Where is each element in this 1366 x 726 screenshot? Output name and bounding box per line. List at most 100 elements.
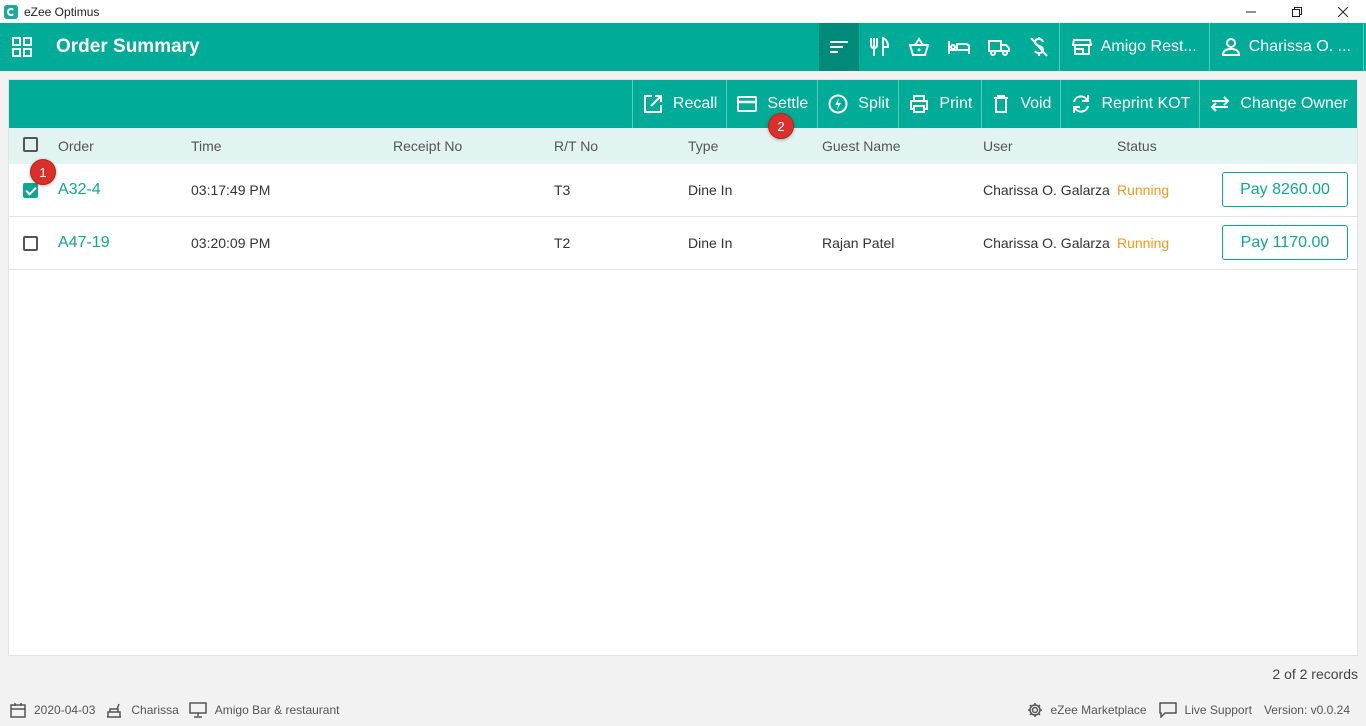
version-item: Version: v0.0.24	[1264, 703, 1350, 717]
column-receipt-no[interactable]: Receipt No	[393, 138, 462, 154]
sort-lines-icon	[829, 41, 848, 53]
column-type[interactable]: Type	[688, 138, 718, 154]
column-guest-name[interactable]: Guest Name	[822, 138, 901, 154]
version-label: Version: v0.0.24	[1263, 702, 1350, 717]
monitor-icon	[189, 701, 207, 718]
bed-icon	[947, 41, 970, 54]
void-button[interactable]: Void	[981, 80, 1060, 128]
basket-icon	[908, 37, 930, 56]
live-support-label: Live Support	[1184, 702, 1252, 717]
status-badge: Running	[1117, 182, 1170, 198]
column-time[interactable]: Time	[191, 138, 222, 154]
print-label: Print	[939, 95, 973, 112]
order-type: Dine In	[688, 182, 733, 198]
page-title: Order Summary	[56, 36, 200, 57]
close-button[interactable]	[1320, 0, 1366, 23]
change-owner-button[interactable]: Change Owner	[1199, 80, 1357, 128]
row-checkbox[interactable]	[23, 183, 38, 198]
status-badge: Running	[1117, 235, 1170, 251]
orders-toolbar: Recall Settle Split Print Void Reprint K…	[9, 80, 1357, 128]
user-icon	[1221, 38, 1240, 56]
pay-button[interactable]: Pay 8260.00	[1222, 172, 1348, 207]
rt-no: T2	[554, 235, 571, 251]
status-bar: 2020-04-03 Charissa Amigo Bar & restaura…	[0, 693, 1366, 726]
restore-icon	[1292, 6, 1302, 17]
split-label: Split	[858, 95, 890, 112]
business-date: 2020-04-03	[34, 702, 96, 717]
row-checkbox[interactable]	[23, 236, 38, 251]
shift-user: Charissa	[131, 702, 179, 717]
table-row[interactable]: A47-19 03:20:09 PM T2 Dine In Rajan Pate…	[9, 217, 1357, 270]
minimize-button[interactable]	[1228, 0, 1274, 23]
order-summary-nav-button[interactable]	[818, 23, 859, 71]
minimize-icon	[1246, 11, 1256, 12]
date-item: 2020-04-03	[10, 702, 95, 718]
dine-in-nav-button[interactable]	[859, 23, 899, 71]
restore-button[interactable]	[1274, 0, 1320, 23]
appbar-actions: Amigo Rest... Charissa O. ...	[818, 23, 1366, 71]
order-link[interactable]: A32-4	[58, 181, 101, 199]
credit-card-icon	[737, 96, 758, 112]
records-count: 2 of 2 records	[1272, 666, 1358, 682]
calendar-icon	[10, 702, 26, 718]
settle-label: Settle	[767, 95, 809, 112]
order-link[interactable]: A47-19	[58, 234, 110, 252]
order-user: Charissa O. Galarza	[983, 235, 1110, 251]
money-off-icon	[1029, 37, 1048, 57]
select-all-checkbox[interactable]	[23, 137, 38, 152]
guest-name: Rajan Patel	[822, 235, 895, 251]
void-label: Void	[1020, 95, 1052, 112]
property-name: Amigo Rest...	[1100, 38, 1197, 55]
change-owner-label: Change Owner	[1240, 95, 1348, 112]
trash-icon	[994, 95, 1009, 113]
table-row[interactable]: A32-4 03:17:49 PM T3 Dine In Charissa O.…	[9, 164, 1357, 217]
step-marker-2: 2	[768, 113, 794, 139]
order-type: Dine In	[688, 235, 733, 251]
table-header: Order Time Receipt No R/T No Type Guest …	[9, 128, 1357, 164]
grid-icon	[12, 37, 32, 57]
window-controls	[1228, 0, 1366, 23]
outlet-item: Amigo Bar & restaurant	[189, 701, 340, 718]
room-service-nav-button[interactable]	[939, 23, 979, 71]
rt-no: T3	[554, 182, 571, 198]
order-time: 03:17:49 PM	[191, 182, 271, 198]
orders-panel: Recall Settle Split Print Void Reprint K…	[8, 79, 1358, 656]
order-time: 03:20:09 PM	[191, 235, 271, 251]
reprint-kot-button[interactable]: Reprint KOT	[1060, 80, 1199, 128]
no-charge-nav-button[interactable]	[1019, 23, 1059, 71]
marketplace-link[interactable]: eZee Marketplace	[1027, 702, 1147, 718]
gear-icon	[1027, 702, 1042, 717]
store-icon	[1071, 39, 1092, 55]
cashier-icon	[107, 703, 122, 718]
truck-icon	[987, 40, 1010, 56]
print-button[interactable]: Print	[898, 80, 981, 128]
window-titlebar: eZee Optimus	[0, 0, 1366, 23]
shift-user-item: Charissa	[105, 702, 179, 718]
app-logo-icon	[4, 4, 18, 19]
outlet-name: Amigo Bar & restaurant	[214, 702, 340, 717]
column-user[interactable]: User	[983, 138, 1013, 154]
user-name: Charissa O. ...	[1248, 38, 1351, 55]
flash-circle-icon	[828, 94, 848, 114]
apps-menu-button[interactable]	[0, 23, 44, 71]
takeaway-nav-button[interactable]	[899, 23, 939, 71]
window-title: eZee Optimus	[24, 4, 100, 19]
user-menu[interactable]: Charissa O. ...	[1210, 23, 1363, 71]
recall-button[interactable]: Recall	[631, 80, 726, 128]
property-selector[interactable]: Amigo Rest...	[1060, 23, 1209, 71]
column-order[interactable]: Order	[58, 138, 94, 154]
split-button[interactable]: Split	[817, 80, 898, 128]
column-rt-no[interactable]: R/T No	[554, 138, 598, 154]
close-icon	[1338, 6, 1348, 17]
pay-button[interactable]: Pay 1170.00	[1222, 225, 1348, 260]
marketplace-label: eZee Marketplace	[1050, 702, 1147, 717]
app-header: Order Summary Amigo Rest... Charissa O. …	[0, 23, 1366, 71]
delivery-nav-button[interactable]	[979, 23, 1019, 71]
step-marker-1: 1	[30, 159, 56, 185]
reprint-kot-label: Reprint KOT	[1101, 95, 1191, 112]
column-status[interactable]: Status	[1117, 138, 1157, 154]
refresh-icon	[1073, 95, 1090, 113]
live-support-link[interactable]: Live Support	[1158, 701, 1252, 718]
recall-label: Recall	[672, 95, 718, 112]
fork-knife-icon	[869, 36, 889, 56]
